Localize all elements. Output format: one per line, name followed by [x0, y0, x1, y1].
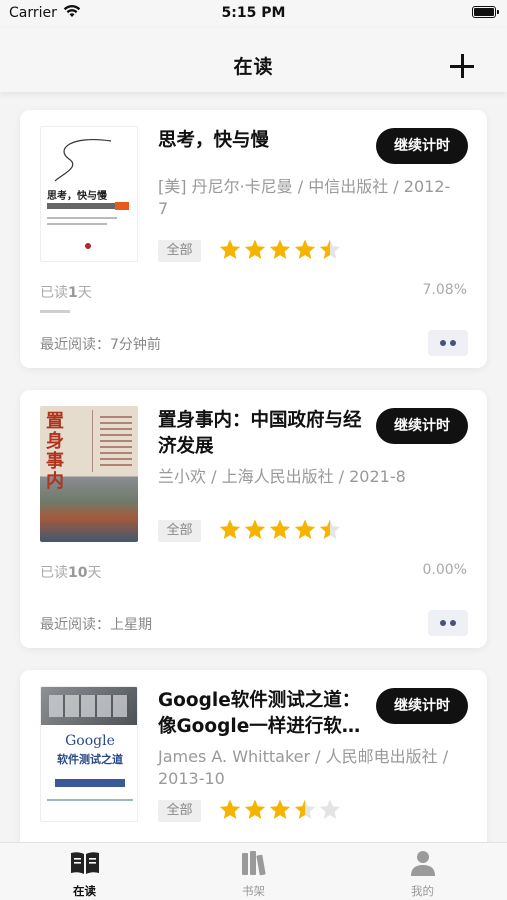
- progress-percent: 0.00%: [422, 562, 467, 578]
- bookshelf-icon: [242, 851, 266, 876]
- dot: [440, 340, 446, 346]
- star-icon: [269, 519, 291, 539]
- tab-bar: 在读 书架 我的: [0, 842, 507, 900]
- book-title[interactable]: 思考，快与慢: [158, 128, 368, 154]
- star-icon: [294, 519, 316, 539]
- book-cover[interactable]: Google 软件测试之道: [40, 686, 138, 822]
- status-bar: Carrier 5:15 PM: [0, 0, 507, 28]
- tab-label: 在读: [73, 884, 96, 898]
- cover-text-line: [47, 223, 107, 225]
- category-tag: 全部: [158, 240, 201, 262]
- progress-bar-fill: [40, 310, 71, 313]
- cover-title: 思考，快与慢: [47, 191, 107, 202]
- cover-subtitle-text: [100, 416, 132, 466]
- cover-text-line: [47, 217, 117, 219]
- dot: [440, 620, 446, 626]
- read-days-prefix: 已读: [40, 565, 68, 581]
- book-open-icon: [71, 852, 99, 874]
- tab-label: 书架: [242, 884, 265, 898]
- read-days-value: 1: [68, 285, 78, 301]
- progress-percent: 7.08%: [422, 282, 467, 298]
- read-days-suffix: 天: [87, 565, 102, 581]
- star-icon: [294, 799, 316, 819]
- read-days: 已读1天: [40, 282, 92, 302]
- reading-list[interactable]: 思考，快与慢 思考，快与慢 [美] 丹尼尔·卡尼曼 / 中信出版社 / 2012…: [0, 92, 507, 842]
- cover-divider: [92, 410, 93, 472]
- read-days-suffix: 天: [77, 285, 92, 301]
- book-meta: James A. Whittaker / 人民邮电出版社 / 2013-10: [158, 747, 449, 788]
- page-title: 在读: [233, 56, 274, 78]
- dot: [450, 340, 456, 346]
- cover-banner: [55, 779, 125, 787]
- cover-title-cn: 软件测试之道: [57, 753, 123, 766]
- cover-footer-line: [47, 799, 133, 801]
- star-icon: [319, 519, 341, 539]
- person-icon: [411, 851, 435, 876]
- cover-title: 置身事内: [46, 411, 64, 492]
- cover-bar: [47, 203, 119, 209]
- star-icon: [319, 799, 341, 819]
- rating-stars: [218, 518, 342, 542]
- book-meta: [美] 丹尼尔·卡尼曼 / 中信出版社 / 2012-7: [158, 177, 451, 218]
- book-cover[interactable]: 置身事内: [40, 406, 138, 542]
- progress-bar: [40, 310, 467, 313]
- cover-publisher-mark: [85, 243, 91, 249]
- cover-pencil: [115, 202, 129, 210]
- category-tag: 全部: [158, 520, 201, 542]
- book-card[interactable]: 思考，快与慢 思考，快与慢 [美] 丹尼尔·卡尼曼 / 中信出版社 / 2012…: [20, 110, 487, 368]
- category-tag: 全部: [158, 800, 201, 822]
- book-card[interactable]: Google 软件测试之道 Google软件测试之道：像Google一样进行软件…: [20, 670, 487, 842]
- tab-bookshelf[interactable]: 书架: [169, 843, 338, 900]
- book-cover[interactable]: 思考，快与慢: [40, 126, 138, 262]
- tab-profile[interactable]: 我的: [338, 843, 507, 900]
- clock: 5:15 PM: [221, 5, 286, 21]
- cover-title: Google: [65, 733, 115, 749]
- star-icon: [269, 239, 291, 259]
- more-options-button[interactable]: [428, 330, 468, 356]
- last-read-time: 最近阅读：上星期: [40, 617, 152, 633]
- book-card[interactable]: 置身事内 置身事内：中国政府与经济发展 兰小欢 / 上海人民出版社 / 2021…: [20, 390, 487, 648]
- read-days-value: 10: [68, 565, 88, 581]
- star-icon: [219, 239, 241, 259]
- continue-timer-button[interactable]: 继续计时: [376, 688, 468, 724]
- more-options-button[interactable]: [428, 610, 468, 636]
- tab-label: 我的: [411, 884, 434, 898]
- star-icon: [219, 519, 241, 539]
- read-days-prefix: 已读: [40, 285, 68, 301]
- star-icon: [319, 239, 341, 259]
- book-title[interactable]: 置身事内：中国政府与经济发展: [158, 408, 368, 460]
- star-icon: [244, 799, 266, 819]
- rating-stars: [218, 798, 342, 822]
- swirl-graphic: [54, 139, 112, 182]
- star-icon: [244, 239, 266, 259]
- add-book-button[interactable]: [446, 50, 478, 82]
- book-meta: 兰小欢 / 上海人民出版社 / 2021-8: [158, 467, 406, 486]
- star-icon: [244, 519, 266, 539]
- star-icon: [294, 239, 316, 259]
- star-icon: [269, 799, 291, 819]
- continue-timer-button[interactable]: 继续计时: [376, 128, 468, 164]
- battery-icon: [472, 6, 499, 18]
- dot: [450, 620, 456, 626]
- navigation-bar: 在读: [0, 28, 507, 92]
- cover-keys: [49, 695, 129, 717]
- continue-timer-button[interactable]: 继续计时: [376, 408, 468, 444]
- tab-reading[interactable]: 在读: [0, 843, 169, 900]
- rating-stars: [218, 238, 342, 262]
- book-title[interactable]: Google软件测试之道：像Google一样进行软件测试: [158, 688, 368, 740]
- last-read-time: 最近阅读：7分钟前: [40, 337, 161, 353]
- read-days: 已读10天: [40, 562, 101, 582]
- star-icon: [219, 799, 241, 819]
